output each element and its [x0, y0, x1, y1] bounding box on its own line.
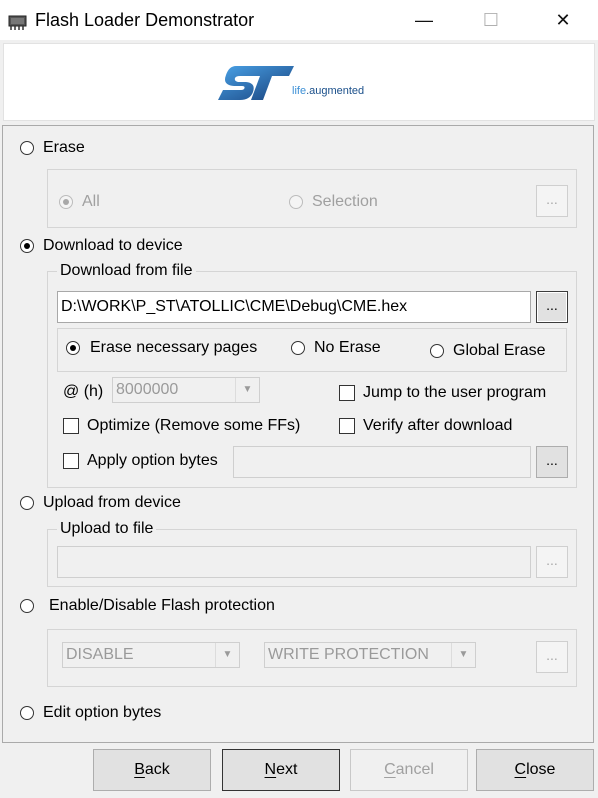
upload-file-path-input[interactable] — [57, 546, 531, 578]
protection-mode-combobox[interactable]: DISABLE ▼ — [62, 642, 240, 668]
protection-browse-button[interactable]: ... — [536, 641, 568, 673]
protection-type-value: WRITE PROTECTION — [268, 646, 429, 663]
st-tagline: life.augmented — [292, 85, 365, 97]
option-bytes-file-input[interactable] — [233, 446, 531, 478]
apply-option-bytes-checkbox[interactable] — [63, 453, 79, 469]
erase-selection-label: Selection — [312, 193, 378, 210]
global-erase-radio[interactable] — [430, 344, 444, 358]
erase-all-label: All — [82, 193, 100, 210]
download-label: Download to device — [43, 237, 183, 254]
maximize-button[interactable]: ☐ — [468, 0, 514, 40]
apply-option-bytes-label: Apply option bytes — [87, 452, 218, 469]
protection-radio[interactable] — [20, 599, 34, 613]
no-erase-label: No Erase — [314, 339, 381, 356]
protection-type-combobox[interactable]: WRITE PROTECTION ▼ — [264, 642, 476, 668]
cancel-button[interactable]: Cancel — [350, 749, 468, 791]
option-bytes-browse-button[interactable]: ... — [536, 446, 568, 478]
optimize-checkbox[interactable] — [63, 418, 79, 434]
global-erase-label: Global Erase — [453, 342, 546, 359]
download-radio[interactable] — [20, 239, 34, 253]
protection-label: Enable/Disable Flash protection — [49, 597, 275, 614]
erase-selection-radio[interactable] — [289, 195, 303, 209]
dropdown-arrow-icon: ▼ — [215, 643, 239, 667]
edit-option-bytes-label: Edit option bytes — [43, 704, 162, 721]
download-browse-button[interactable]: ... — [536, 291, 568, 323]
upload-group-label: Upload to file — [57, 520, 157, 538]
download-file-path-input[interactable]: D:\WORK\P_ST\ATOLLIC\CME\Debug\CME.hex — [57, 291, 531, 323]
protection-mode-value: DISABLE — [66, 646, 134, 663]
close-button[interactable]: Close — [476, 749, 594, 791]
banner — [3, 43, 595, 121]
optimize-label: Optimize (Remove some FFs) — [87, 417, 301, 434]
no-erase-radio[interactable] — [291, 341, 305, 355]
download-group-label: Download from file — [57, 262, 196, 280]
edit-option-bytes-radio[interactable] — [20, 706, 34, 720]
address-combobox[interactable]: 8000000 ▼ — [112, 377, 260, 403]
next-button-label: Next — [264, 761, 298, 778]
window-title: Flash Loader Demonstrator — [35, 10, 255, 30]
address-value: 8000000 — [116, 381, 179, 398]
back-button-label: Back — [134, 761, 170, 778]
dropdown-arrow-icon: ▼ — [235, 378, 259, 402]
chip-app-icon — [8, 15, 27, 30]
back-button[interactable]: Back — [93, 749, 211, 791]
minimize-button[interactable]: — — [401, 0, 447, 40]
next-button[interactable]: Next — [222, 749, 340, 791]
erase-label: Erase — [43, 139, 85, 156]
erase-necessary-pages-label: Erase necessary pages — [90, 339, 258, 356]
jump-to-user-program-label: Jump to the user program — [363, 384, 547, 401]
erase-radio[interactable] — [20, 141, 34, 155]
erase-all-radio[interactable] — [59, 195, 73, 209]
upload-radio[interactable] — [20, 496, 34, 510]
close-button-label: Close — [514, 761, 556, 778]
cancel-button-label: Cancel — [384, 761, 434, 778]
verify-after-download-checkbox[interactable] — [339, 418, 355, 434]
upload-browse-button[interactable]: ... — [536, 546, 568, 578]
dropdown-arrow-icon: ▼ — [451, 643, 475, 667]
erase-selection-browse-button[interactable]: ... — [536, 185, 568, 217]
st-logo-icon — [218, 66, 294, 100]
close-window-button[interactable]: ✕ — [540, 0, 586, 40]
upload-label: Upload from device — [43, 494, 181, 511]
verify-after-download-label: Verify after download — [363, 417, 513, 434]
address-label: @ (h) — [63, 383, 104, 400]
erase-necessary-pages-radio[interactable] — [66, 341, 80, 355]
jump-to-user-program-checkbox[interactable] — [339, 385, 355, 401]
